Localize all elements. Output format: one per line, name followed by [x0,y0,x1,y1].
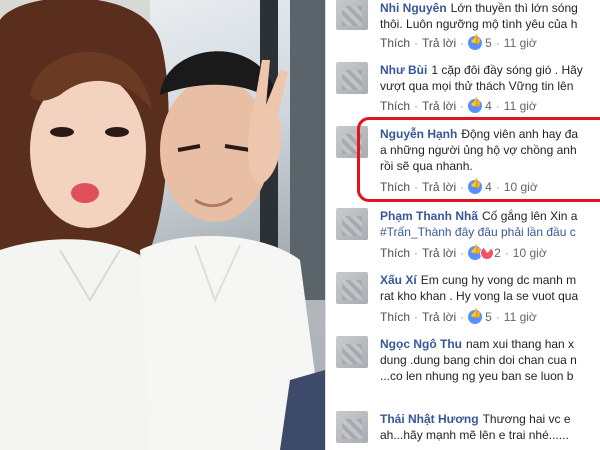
avatar[interactable] [336,336,368,368]
reply-link[interactable]: Trả lời [422,310,456,324]
comment-text: Thái Nhật Hương Thương hai vc e ah...hãy … [380,411,600,443]
couple-photo [0,0,325,450]
reply-link[interactable]: Trả lời [422,99,456,113]
comment-text-line: nam xui thang han x [465,337,575,351]
comment-text-line: a những người ủng hộ vợ chồng anh [380,143,577,157]
comment-author[interactable]: Như Bùi [380,63,427,77]
reply-link[interactable]: Trả lời [422,36,456,50]
avatar[interactable] [336,208,368,240]
comment-text: Nhi Nguyên Lớn thuyền thì lớn sóng thôi. … [380,0,600,32]
comment-text-line: rồi sẽ qua nhanh. [380,159,473,173]
comment-text-line: Thương hai vc e [482,412,571,426]
like-reaction-icon[interactable] [468,98,483,113]
comment-actions: Thích·Trả lời·4·11 giờ [380,98,537,113]
reply-link[interactable]: Trả lời [422,180,456,194]
comment-text-line: Cố gắng lên Xin a [482,209,578,223]
comment-author[interactable]: Nhi Nguyên [380,1,447,15]
comment-text: Ngọc Ngô Thu nam xui thang han x dung .du… [380,336,600,384]
comment-text-line: Lớn thuyền thì lớn sóng [450,1,578,15]
reaction-count[interactable]: 4 [485,180,492,194]
like-link[interactable]: Thích [380,99,410,113]
reaction-count[interactable]: 5 [485,310,492,324]
comments-panel: Nhi Nguyên Lớn thuyền thì lớn sóng thôi. … [325,0,600,450]
comment-actions: Thích·Trả lời·4·10 giờ [380,179,538,194]
reaction-count[interactable]: 2 [494,246,501,260]
comment-text: Phạm Thanh Nhã Cố gắng lên Xin a #Trấn_Th… [380,208,600,240]
comment-text-line: Em cung hy vong dc manh m [420,273,577,287]
comment-text-line: dung .dung bang chin doi chan cua n [380,353,577,367]
comment-actions: Thích·Trả lời·5·11 giờ [380,35,537,50]
reaction-count[interactable]: 5 [485,36,492,50]
comment-author[interactable]: Phạm Thanh Nhã [380,209,478,223]
like-reaction-icon[interactable] [468,309,483,324]
comment-text-line: thôi. Luôn ngưỡng mộ tình yêu của h [380,17,578,31]
comment-text-line: 1 cặp đôi đầy sóng gió . Hãy [431,63,583,77]
comment-actions: Thích·Trả lời·5·11 giờ [380,309,537,324]
photo-people-illustration [0,0,325,450]
comment-author[interactable]: Xấu Xí [380,273,417,287]
like-link[interactable]: Thích [380,36,410,50]
comment-text: Xấu Xí Em cung hy vong dc manh m rat kho … [380,272,600,304]
reply-link[interactable]: Trả lời [422,246,456,260]
comment-timestamp[interactable]: 11 giờ [504,310,537,324]
comment-text-line: Động viên anh hay đa [461,127,579,141]
comment-timestamp[interactable]: 10 giờ [513,246,547,260]
comment-text-line: rat kho khan . Hy vong la se vuot qua [380,289,579,303]
comment-timestamp[interactable]: 11 giờ [504,99,537,113]
comment-text-line: vượt qua mọi thử thách Vững tin lên [380,79,574,93]
comment-author[interactable]: Nguyễn Hạnh [380,127,457,141]
avatar[interactable] [336,126,368,158]
avatar[interactable] [336,0,368,30]
avatar[interactable] [336,272,368,304]
like-link[interactable]: Thích [380,246,410,260]
comment-text: Như Bùi 1 cặp đôi đầy sóng gió . Hãy vượt… [380,62,600,94]
comment-timestamp[interactable]: 11 giờ [504,36,537,50]
comment-actions: Thích·Trả lời·2·10 giờ [380,245,547,260]
like-link[interactable]: Thích [380,310,410,324]
like-link[interactable]: Thích [380,180,410,194]
reaction-count[interactable]: 4 [485,99,492,113]
comment-author[interactable]: Thái Nhật Hương [380,412,479,426]
comment-timestamp[interactable]: 10 giờ [504,180,538,194]
comment-text: Nguyễn Hạnh Động viên anh hay đa a những … [380,126,600,174]
comment-author[interactable]: Ngọc Ngô Thu [380,337,462,351]
love-reaction-icon[interactable] [480,245,495,260]
comment-text-line: ah...hãy mạnh mẽ lên e trai nhé...... [380,428,569,442]
like-reaction-icon[interactable] [468,179,483,194]
avatar[interactable] [336,62,368,94]
comment-text-line: ...co len nhung ng yeu ban se luon b [380,369,574,383]
avatar[interactable] [336,411,368,443]
comment-text-line: #Trấn_Thành đây đâu phải lần đầu c [380,225,576,239]
like-reaction-icon[interactable] [468,35,483,50]
